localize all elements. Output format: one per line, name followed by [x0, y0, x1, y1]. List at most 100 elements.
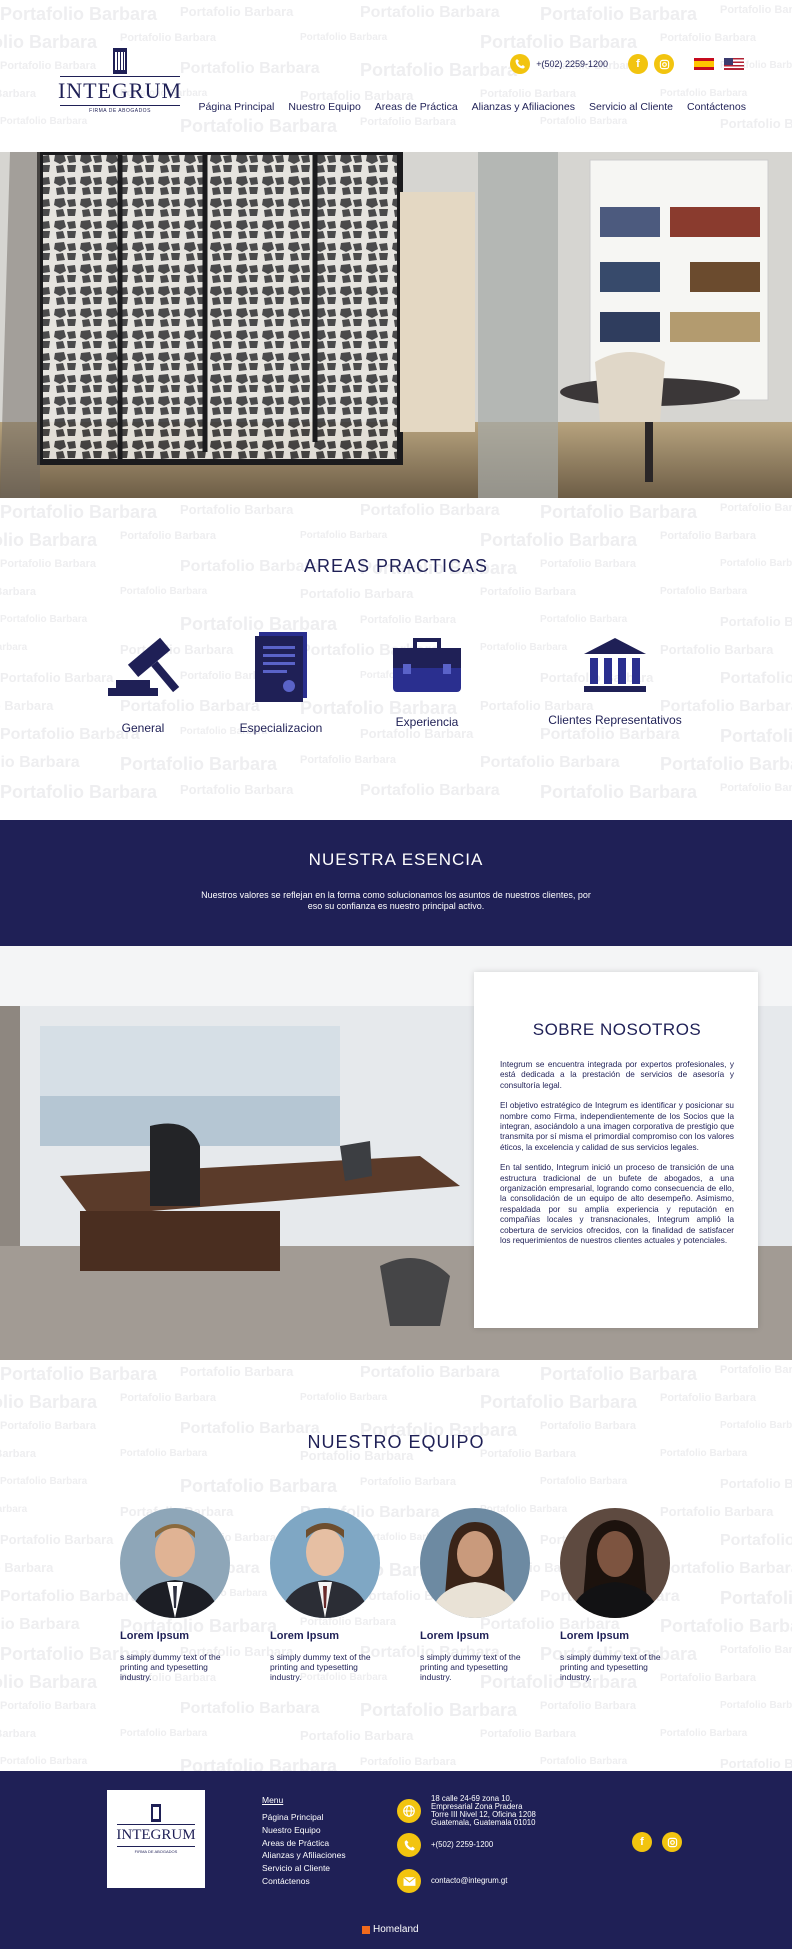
- watermark-text: Portafolio Barbara: [0, 586, 36, 598]
- team-member-2[interactable]: Lorem Ipsum s simply dummy text of the p…: [270, 1508, 390, 1682]
- certificate-icon: [255, 632, 307, 702]
- team-member-1[interactable]: Lorem Ipsum s simply dummy text of the p…: [120, 1508, 240, 1682]
- footer-link-pagina-principal[interactable]: Página Principal: [262, 1811, 346, 1824]
- watermark-text: Portafolio Barbara: [720, 1700, 792, 1711]
- watermark-text: Portafolio Barbara: [720, 1532, 792, 1549]
- us-flag-icon[interactable]: [724, 58, 744, 70]
- pillar-icon: [151, 1804, 161, 1822]
- watermark-text: Portafolio Barbara: [0, 1588, 140, 1605]
- watermark-text: Portafolio Barbara: [360, 502, 500, 519]
- watermark-text: Portafolio Barbara: [120, 32, 216, 44]
- pillar-icon: [113, 48, 127, 74]
- footer-link-servicio-cliente[interactable]: Servicio al Cliente: [262, 1862, 346, 1875]
- watermark-text: Portafolio Barbara: [660, 754, 792, 774]
- area-clientes[interactable]: Clientes Representativos: [540, 636, 690, 727]
- watermark-text: Portafolio Barbara: [0, 1504, 28, 1515]
- watermark-text: Portafolio Barbara: [0, 1392, 98, 1412]
- area-experiencia[interactable]: Experiencia: [352, 636, 502, 729]
- watermark-text: Portafolio Barbara: [540, 502, 698, 522]
- watermark-text: Portafolio Barbara: [0, 1364, 158, 1384]
- watermark-text: Portafolio Barbara: [0, 1476, 88, 1487]
- facebook-icon[interactable]: f: [628, 54, 648, 74]
- facebook-icon[interactable]: f: [632, 1832, 652, 1852]
- footer-email: contacto@integrum.gt: [397, 1869, 507, 1893]
- header-phone[interactable]: +(502) 2259-1200: [536, 59, 608, 69]
- footer-link-nuestro-equipo[interactable]: Nuestro Equipo: [262, 1824, 346, 1837]
- sobre-title: SOBRE NOSOTROS: [532, 1020, 702, 1039]
- area-clientes-label: Clientes Representativos: [548, 713, 682, 727]
- watermark-text: Portafolio Barbara: [540, 726, 680, 743]
- instagram-icon[interactable]: [654, 54, 674, 74]
- watermark-text: Portafolio Barbara: [720, 4, 792, 16]
- member-name: Lorem Ipsum: [420, 1630, 490, 1642]
- watermark-text: Portafolio Barbara: [480, 530, 638, 550]
- footer-link-alianzas[interactable]: Alianzas y Afiliaciones: [262, 1849, 346, 1862]
- nav-servicio-cliente[interactable]: Servicio al Cliente: [589, 101, 673, 113]
- footer-menu-title: Menu: [262, 1795, 284, 1805]
- watermark-text: Portafolio Barbara: [660, 586, 748, 597]
- team-member-3[interactable]: Lorem Ipsum s simply dummy text of the p…: [420, 1508, 540, 1682]
- spanish-flag-icon[interactable]: [694, 58, 714, 70]
- bank-building-icon: [584, 638, 646, 692]
- watermark-text: Portafolio Barbara: [540, 614, 628, 625]
- watermark-text: Portafolio Barbara: [180, 1364, 294, 1379]
- footer-email-text[interactable]: contacto@integrum.gt: [431, 1877, 507, 1885]
- footer-link-areas-practica[interactable]: Areas de Práctica: [262, 1837, 346, 1850]
- instagram-icon[interactable]: [662, 1832, 682, 1852]
- homeland-logo-icon: [362, 1925, 370, 1934]
- watermark-text: Portafolio Barbara: [720, 1364, 792, 1376]
- watermark-text: Portafolio Barbara: [720, 726, 792, 746]
- watermark-text: Portafolio Barbara: [480, 1728, 576, 1740]
- area-general[interactable]: General: [68, 632, 218, 735]
- watermark-text: Portafolio Barbara: [120, 1392, 216, 1404]
- watermark-text: Portafolio Barbara: [0, 1560, 54, 1575]
- phone-icon: [510, 54, 531, 74]
- watermark-text: Portafolio Barbara: [180, 60, 320, 77]
- area-especializacion[interactable]: Especializacion: [206, 630, 356, 735]
- footer-link-contactenos[interactable]: Contáctenos: [262, 1875, 346, 1888]
- nav-alianzas[interactable]: Alianzas y Afiliaciones: [472, 101, 575, 113]
- briefcase-icon: [393, 638, 461, 692]
- nav-areas-practica[interactable]: Areas de Práctica: [375, 101, 458, 113]
- watermark-text: Portafolio Barbara: [180, 502, 294, 517]
- footer-social: f: [632, 1832, 682, 1852]
- member-name: Lorem Ipsum: [270, 1630, 340, 1642]
- watermark-text: Portafolio Barbara: [720, 1420, 792, 1431]
- areas-title: AREAS PRACTICAS: [303, 556, 489, 576]
- watermark-text: Portafolio Barbara: [480, 1392, 638, 1412]
- member-name: Lorem Ipsum: [120, 1630, 190, 1642]
- avatar: [560, 1508, 670, 1618]
- site-footer: INTEGRUM FIRMA DE ABOGADOS Menu Página P…: [0, 1771, 792, 1949]
- watermark-text: Portafolio Barbara: [360, 1364, 500, 1381]
- equipo-title: NUESTRO EQUIPO: [307, 1432, 485, 1452]
- footer-address: 18 calle 24-69 zona 10, Empresarial Zona…: [397, 1795, 536, 1827]
- watermark-text: Portafolio Barbara: [360, 782, 500, 799]
- watermark-text: Portafolio Barbara: [180, 1476, 338, 1496]
- watermark-text: Portafolio Barbara: [0, 530, 98, 550]
- footer-phone-text[interactable]: +(502) 2259-1200: [431, 1841, 493, 1849]
- watermark-text: Portafolio Barbara: [540, 1420, 636, 1432]
- watermark-text: Portafolio Barbara: [540, 116, 628, 127]
- nav-contactenos[interactable]: Contáctenos: [687, 101, 746, 113]
- footer-logo[interactable]: INTEGRUM FIRMA DE ABOGADOS: [107, 1790, 205, 1888]
- watermark-text: Portafolio Barbara: [180, 4, 294, 19]
- watermark-text: Portafolio Barbara: [480, 754, 620, 771]
- footer-phone: +(502) 2259-1200: [397, 1833, 493, 1857]
- nav-pagina-principal[interactable]: Página Principal: [199, 101, 275, 113]
- area-experiencia-label: Experiencia: [395, 715, 459, 729]
- watermark-text: Portafolio Barbara: [540, 1700, 636, 1712]
- logo[interactable]: INTEGRUM FIRMA DE ABOGADOS: [56, 48, 184, 118]
- member-desc: s simply dummy text of the printing and …: [120, 1652, 221, 1682]
- member-desc: s simply dummy text of the printing and …: [560, 1652, 661, 1682]
- watermark-text: Portafolio Barbara: [0, 1756, 88, 1767]
- address-line-4: Guatemala, Guatemala 01010: [431, 1818, 536, 1827]
- sobre-paragraph-3: En tal sentido, Integrum inició un proce…: [500, 1163, 734, 1246]
- watermark-text: Portafolio Barbara: [480, 586, 576, 598]
- footer-brand[interactable]: Homeland: [362, 1924, 419, 1935]
- nav-nuestro-equipo[interactable]: Nuestro Equipo: [288, 101, 360, 113]
- sobre-paragraph-1: Integrum se encuentra integrada por expe…: [500, 1060, 734, 1090]
- gavel-icon: [108, 637, 180, 696]
- footer-logo-subtitle: FIRMA DE ABOGADOS: [134, 1849, 178, 1854]
- watermark-text: Portafolio Barbara: [360, 116, 456, 128]
- team-member-4[interactable]: Lorem Ipsum s simply dummy text of the p…: [560, 1508, 680, 1682]
